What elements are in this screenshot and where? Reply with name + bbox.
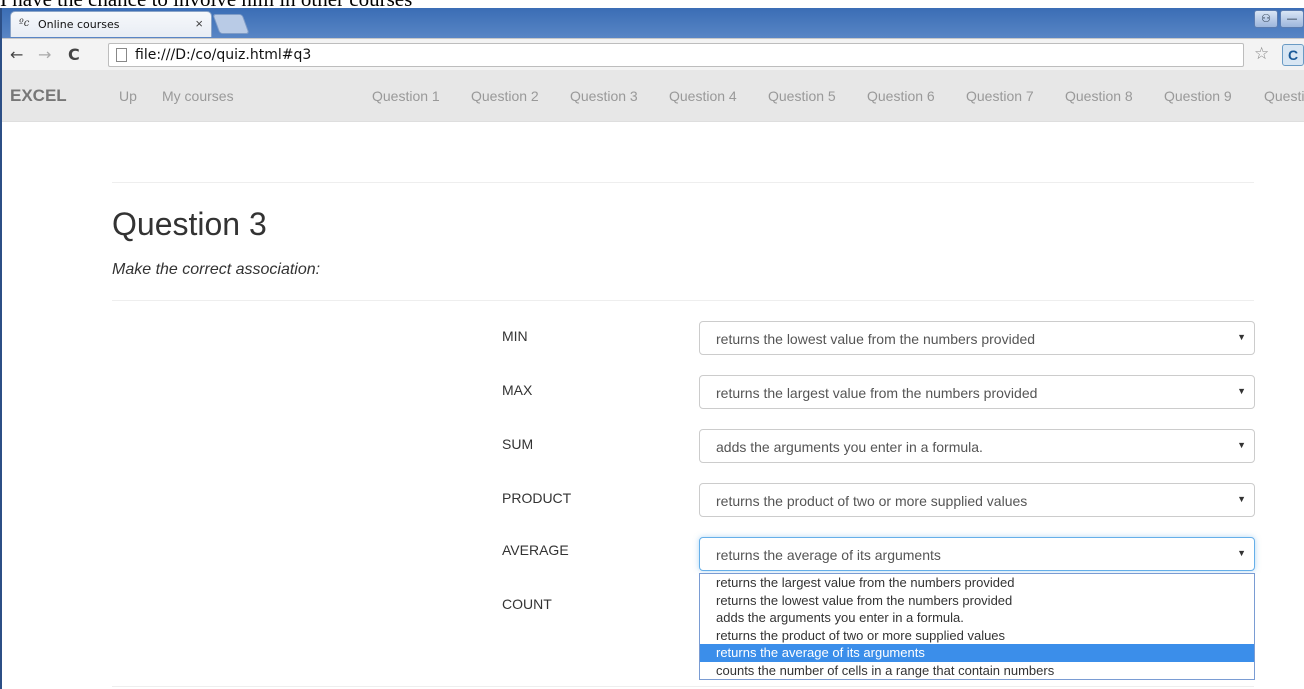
nav-link-up[interactable]: Up <box>119 88 137 104</box>
extension-icon[interactable]: C <box>1282 44 1304 66</box>
dropdown-option-selected[interactable]: returns the average of its arguments <box>700 644 1254 662</box>
term-label: PRODUCT <box>502 490 572 506</box>
nav-question-6[interactable]: Question 6 <box>867 88 935 104</box>
bookmark-star-icon[interactable]: ☆ <box>1254 44 1269 64</box>
dropdown-option[interactable]: returns the largest value from the numbe… <box>700 574 1254 592</box>
term-label: COUNT <box>502 596 552 612</box>
nav-question-2[interactable]: Question 2 <box>471 88 539 104</box>
top-navbar: EXCEL Up My courses Question 1 Question … <box>2 70 1304 122</box>
reload-button[interactable]: C <box>68 45 80 64</box>
answer-select[interactable]: adds the arguments you enter in a formul… <box>699 429 1255 463</box>
divider <box>112 686 1254 687</box>
answer-select[interactable]: returns the lowest value from the number… <box>699 321 1255 355</box>
nav-question-4[interactable]: Question 4 <box>669 88 737 104</box>
term-label: MIN <box>502 328 528 344</box>
tab-close-icon[interactable]: × <box>195 16 203 31</box>
tab-title: Online courses <box>38 18 120 31</box>
chevron-down-icon: ▼ <box>1237 386 1246 396</box>
question-title: Question 3 <box>112 206 267 242</box>
new-tab-button[interactable] <box>212 14 250 34</box>
divider <box>112 300 1254 301</box>
divider <box>112 182 1254 183</box>
nav-question-8[interactable]: Question 8 <box>1065 88 1133 104</box>
question-instruction: Make the correct association: <box>112 261 321 278</box>
window-controls: ⚇ — <box>1252 10 1304 28</box>
brand-logo[interactable]: EXCEL <box>10 86 67 106</box>
browser-tab[interactable]: ºc Online courses × <box>10 11 212 37</box>
browser-chrome: ºc Online courses × ⚇ — ← → C file:///D:… <box>0 8 1304 70</box>
chevron-down-icon: ▼ <box>1237 494 1246 504</box>
nav-question-7[interactable]: Question 7 <box>966 88 1034 104</box>
nav-question-3[interactable]: Question 3 <box>570 88 638 104</box>
nav-question-5[interactable]: Question 5 <box>768 88 836 104</box>
answer-select[interactable]: returns the product of two or more suppl… <box>699 483 1255 517</box>
back-button[interactable]: ← <box>10 45 23 64</box>
select-value: returns the product of two or more suppl… <box>716 493 1028 509</box>
select-value: adds the arguments you enter in a formul… <box>716 439 983 455</box>
page-content: EXCEL Up My courses Question 1 Question … <box>0 70 1304 689</box>
nav-question-1[interactable]: Question 1 <box>372 88 440 104</box>
select-dropdown-list: returns the largest value from the numbe… <box>699 573 1255 680</box>
url-text: file:///D:/co/quiz.html#q3 <box>135 47 312 63</box>
select-value: returns the lowest value from the number… <box>716 331 1036 347</box>
select-value: returns the largest value from the numbe… <box>716 385 1038 401</box>
nav-question-9[interactable]: Question 9 <box>1164 88 1232 104</box>
forward-button[interactable]: → <box>38 45 51 64</box>
select-value: returns the average of its arguments <box>716 547 941 563</box>
browser-toolbar: ← → C file:///D:/co/quiz.html#q3 ☆ C <box>2 38 1304 70</box>
address-bar[interactable]: file:///D:/co/quiz.html#q3 <box>108 43 1244 67</box>
dropdown-option[interactable]: counts the number of cells in a range th… <box>700 662 1254 680</box>
term-label: SUM <box>502 436 534 452</box>
document-fragment-text: I have the chance to involve him in othe… <box>0 0 412 8</box>
chevron-down-icon: ▼ <box>1237 332 1246 342</box>
dropdown-option[interactable]: returns the product of two or more suppl… <box>700 627 1254 645</box>
term-label: MAX <box>502 382 533 398</box>
chevron-down-icon: ▼ <box>1237 440 1246 450</box>
page-icon <box>116 48 127 62</box>
user-profile-icon[interactable]: ⚇ <box>1254 10 1278 28</box>
document-fragment: I have the chance to involve him in othe… <box>0 0 1304 8</box>
nav-link-my-courses[interactable]: My courses <box>162 88 234 104</box>
answer-select[interactable]: returns the largest value from the numbe… <box>699 375 1255 409</box>
tab-favicon-icon: ºc <box>19 18 30 29</box>
term-label: AVERAGE <box>502 542 569 558</box>
minimize-button[interactable]: — <box>1280 10 1304 28</box>
chevron-down-icon: ▼ <box>1237 548 1246 558</box>
dropdown-option[interactable]: adds the arguments you enter in a formul… <box>700 609 1254 627</box>
dropdown-option[interactable]: returns the lowest value from the number… <box>700 592 1254 610</box>
nav-question-10[interactable]: Questi <box>1264 88 1304 104</box>
answer-select-open[interactable]: returns the average of its arguments ▼ <box>699 537 1255 571</box>
